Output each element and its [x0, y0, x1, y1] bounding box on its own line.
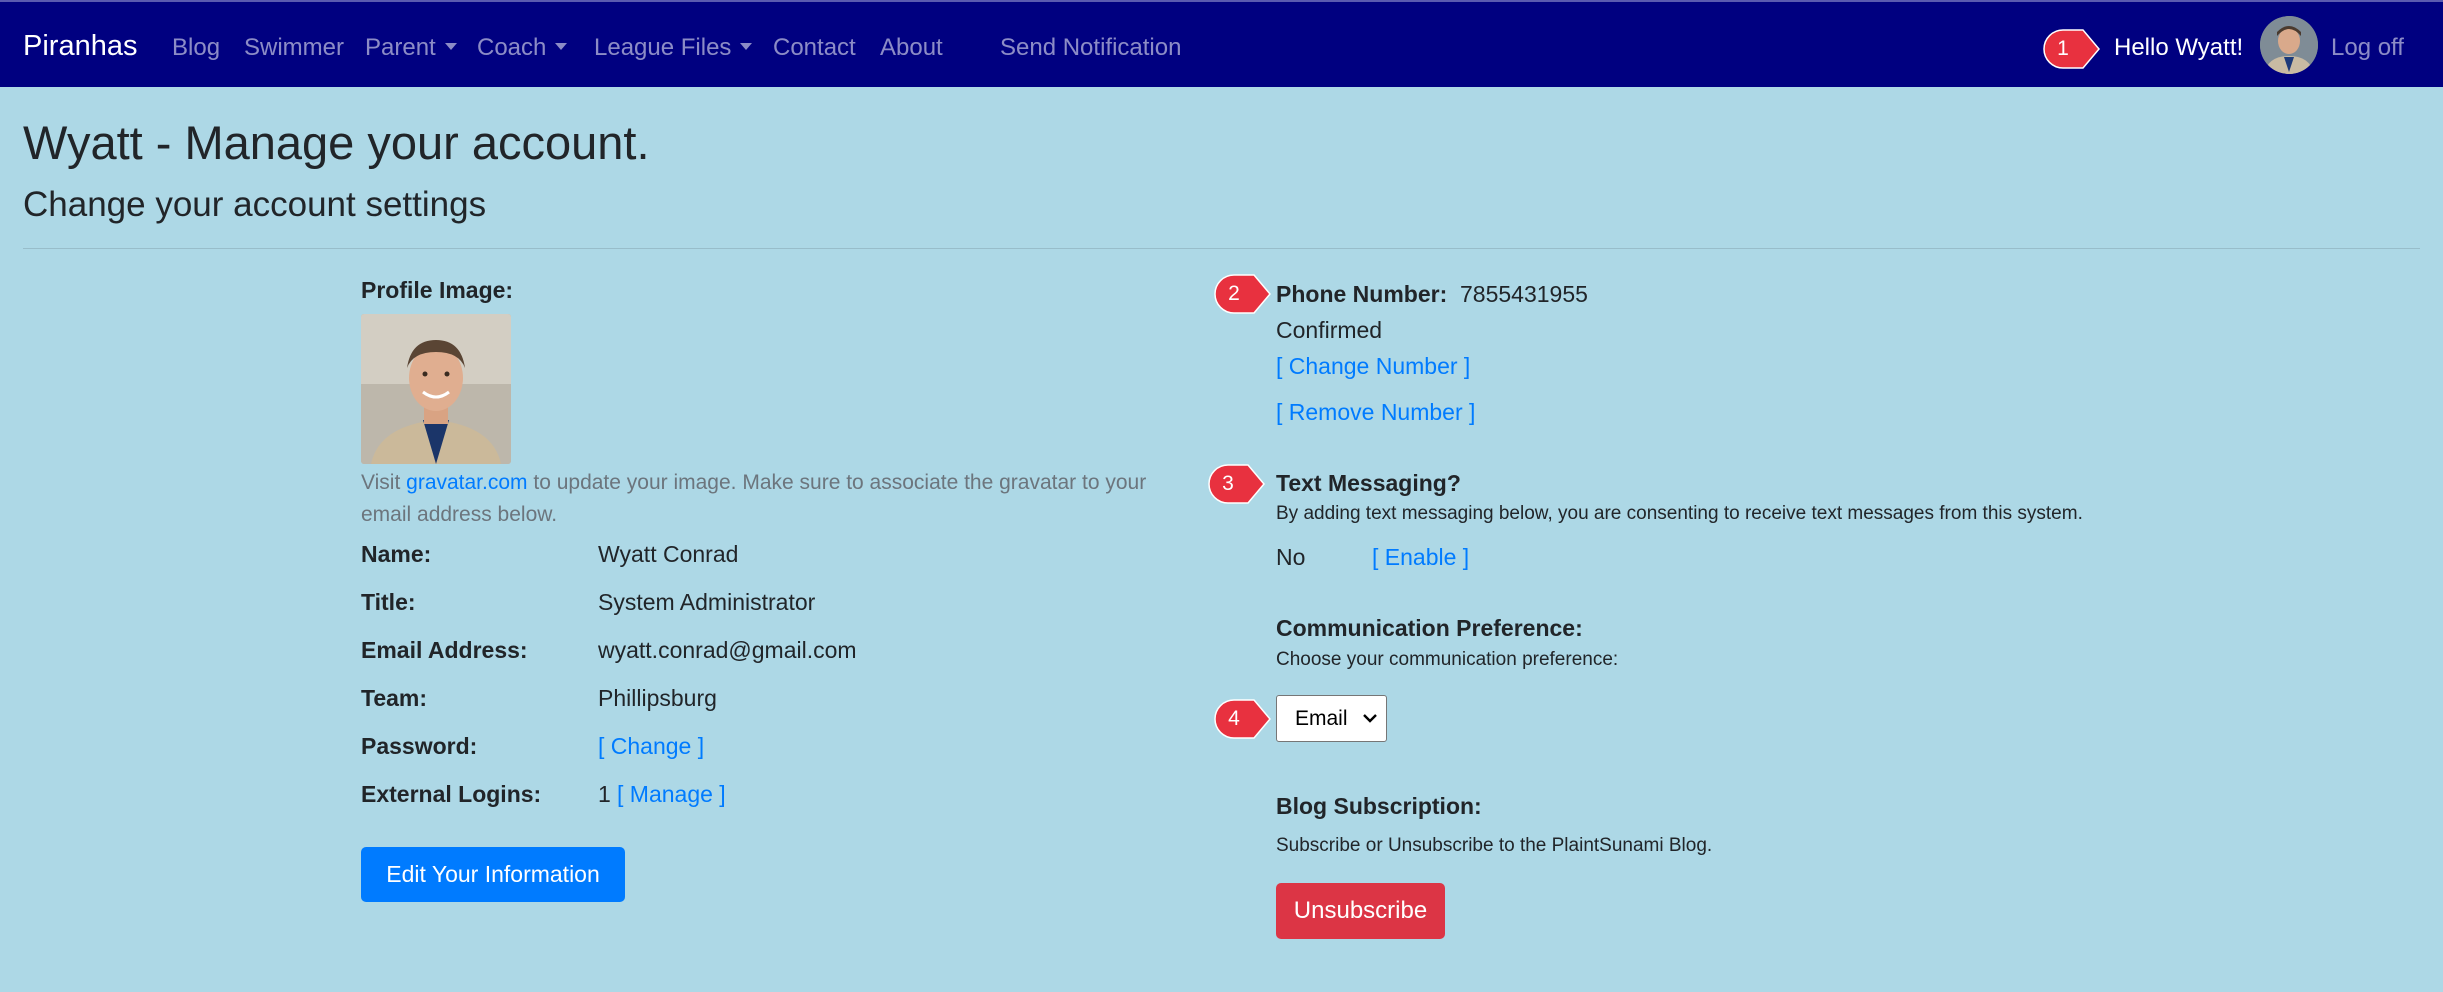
nav-coach-label: Coach	[477, 34, 547, 61]
logoff-link[interactable]: Log off	[2331, 33, 2404, 63]
callout-marker-1: 1	[2037, 29, 2101, 69]
communication-preference-label: Communication Preference:	[1276, 615, 1583, 641]
callout-marker-4-label: 4	[1228, 707, 1240, 730]
unsubscribe-button[interactable]: Unsubscribe	[1276, 883, 1445, 939]
gravatar-link[interactable]: gravatar.com	[406, 471, 527, 494]
nav-league-files-label: League Files	[594, 34, 732, 61]
name-value: Wyatt Conrad	[598, 541, 739, 567]
email-value: wyatt.conrad@gmail.com	[598, 637, 857, 663]
blog-subscription-description: Subscribe or Unsubscribe to the PlaintSu…	[1276, 835, 1713, 856]
chevron-down-icon	[1363, 714, 1377, 723]
user-avatar[interactable]	[2260, 16, 2318, 74]
communication-preference-selected: Email	[1295, 707, 1348, 730]
callout-marker-1-label: 1	[2057, 37, 2069, 60]
callout-marker-2: 2	[1208, 274, 1272, 314]
change-number-link[interactable]: [ Change Number ]	[1276, 352, 1470, 380]
text-messaging-description: By adding text messaging below, you are …	[1276, 503, 2083, 524]
communication-preference-select[interactable]: Email	[1276, 695, 1387, 742]
text-messaging-value: No	[1276, 544, 1306, 570]
user-greeting-link[interactable]: Hello Wyatt!	[2114, 33, 2243, 63]
title-label: Title:	[361, 589, 416, 615]
brand-link[interactable]: Piranhas	[23, 29, 137, 63]
divider	[23, 248, 2420, 249]
phone-number-value: 7855431955	[1460, 281, 1588, 307]
page-title: Wyatt - Manage your account.	[23, 116, 650, 169]
nav-swimmer-link[interactable]: Swimmer	[244, 33, 344, 63]
communication-preference-description: Choose your communication preference:	[1276, 649, 1619, 670]
callout-marker-3-label: 3	[1222, 472, 1234, 495]
callout-marker-3: 3	[1202, 464, 1266, 504]
profile-image-label: Profile Image:	[361, 277, 514, 303]
team-label: Team:	[361, 685, 428, 711]
edit-information-button[interactable]: Edit Your Information	[361, 847, 625, 902]
nav-parent-dropdown[interactable]: Parent	[365, 33, 457, 63]
profile-image	[361, 314, 511, 464]
remove-number-link[interactable]: [ Remove Number ]	[1276, 398, 1475, 426]
password-label: Password:	[361, 733, 478, 759]
nav-blog-link[interactable]: Blog	[172, 33, 220, 63]
manage-logins-link[interactable]: [ Manage ]	[617, 780, 726, 808]
nav-parent-label: Parent	[365, 34, 436, 61]
blog-subscription-label: Blog Subscription:	[1276, 793, 1482, 819]
external-logins-count: 1	[598, 781, 611, 807]
caret-down-icon	[740, 43, 753, 50]
callout-marker-2-label: 2	[1228, 282, 1240, 305]
team-value: Phillipsburg	[598, 685, 717, 711]
nav-league-files-dropdown[interactable]: League Files	[594, 33, 753, 63]
name-label: Name:	[361, 541, 432, 567]
text-messaging-label: Text Messaging?	[1276, 470, 1461, 496]
nav-contact-link[interactable]: Contact	[773, 33, 856, 63]
phone-number-label: Phone Number:	[1276, 281, 1448, 307]
email-label: Email Address:	[361, 637, 528, 663]
enable-text-messaging-link[interactable]: [ Enable ]	[1372, 543, 1469, 571]
callout-marker-4: 4	[1208, 699, 1272, 739]
page-subtitle: Change your account settings	[23, 185, 487, 224]
caret-down-icon	[444, 43, 457, 50]
nav-send-notification-link[interactable]: Send Notification	[1000, 33, 1181, 63]
phone-status: Confirmed	[1276, 317, 1383, 343]
external-logins-label: External Logins:	[361, 781, 542, 807]
caret-down-icon	[555, 43, 568, 50]
change-password-link[interactable]: [ Change ]	[598, 732, 704, 760]
nav-coach-dropdown[interactable]: Coach	[477, 33, 568, 63]
gravatar-note-prefix: Visit	[361, 471, 407, 494]
nav-about-link[interactable]: About	[880, 33, 943, 63]
title-value: System Administrator	[598, 589, 816, 615]
gravatar-note: Visit gravatar.com to update your image.…	[361, 467, 1201, 531]
